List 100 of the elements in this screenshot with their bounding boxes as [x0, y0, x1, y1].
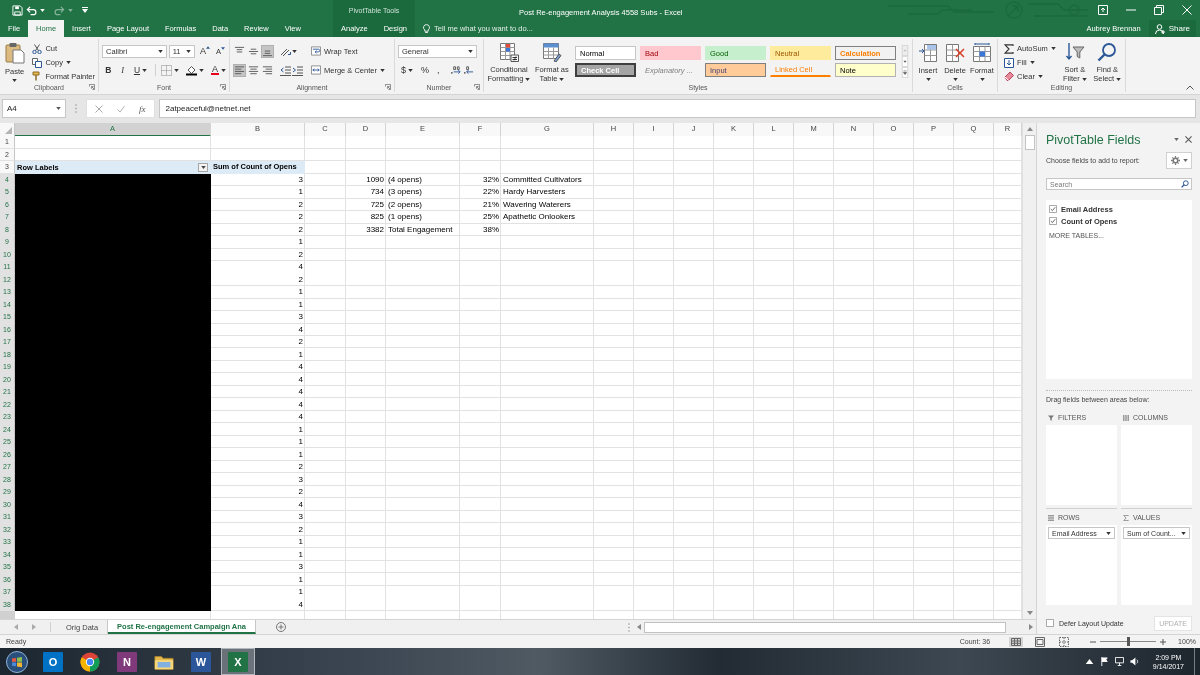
taskbar-button[interactable]: W — [184, 648, 218, 675]
caret-icon — [1037, 74, 1043, 78]
page-layout-view-icon[interactable] — [1033, 636, 1048, 647]
caret-icon[interactable] — [292, 49, 297, 53]
dialog-launcher-icon[interactable] — [474, 84, 480, 90]
caret-icon[interactable] — [173, 68, 179, 72]
dialog-launcher-icon[interactable] — [89, 84, 95, 90]
open-count-value: 2 — [298, 462, 303, 471]
name-box[interactable]: A4 — [2, 99, 66, 118]
caret-icon — [1050, 47, 1056, 51]
add-sheet-icon[interactable] — [276, 622, 287, 632]
decrease-indent-icon[interactable] — [280, 64, 291, 76]
open-count-value: 4 — [298, 387, 303, 396]
sum-icon — [1123, 514, 1129, 521]
open-count-value: 1 — [298, 549, 303, 559]
font-style-button[interactable]: U — [130, 65, 150, 75]
taskbar-button[interactable]: X — [221, 648, 255, 675]
corner-triangle-icon — [5, 127, 12, 134]
filter-icon — [1048, 414, 1054, 421]
align-right-icon[interactable] — [261, 63, 274, 77]
wrap-text-icon — [311, 46, 321, 56]
open-count-value: 4 — [298, 399, 303, 409]
pane-options-caret-icon[interactable] — [1174, 138, 1179, 141]
flag-icon[interactable] — [1099, 657, 1109, 666]
caret-down-icon — [221, 46, 225, 50]
undo-icon[interactable] — [26, 4, 37, 16]
dialog-launcher-icon[interactable] — [220, 84, 226, 90]
vertical-scrollbar[interactable] — [1022, 123, 1036, 619]
page-break-view-icon[interactable] — [1057, 636, 1072, 647]
open-count-value: 2 — [298, 224, 303, 234]
grow-font-button[interactable]: A — [198, 46, 211, 56]
collapse-ribbon-icon[interactable] — [1186, 85, 1194, 90]
formula-input[interactable]: 2atpeaceful@netnet.net — [158, 99, 1196, 118]
left-arrow-icon[interactable] — [637, 624, 641, 630]
search-icon[interactable] — [1181, 180, 1189, 188]
decrease-decimal-icon[interactable] — [462, 64, 474, 76]
resize-handle-icon[interactable] — [75, 104, 77, 113]
caret-icon[interactable] — [221, 68, 226, 72]
gallery-more-icon[interactable] — [901, 67, 909, 78]
down-arrow-icon[interactable] — [1026, 611, 1033, 615]
caret-icon — [408, 68, 413, 72]
caret-icon[interactable] — [198, 68, 204, 72]
increase-decimal-icon[interactable] — [449, 64, 461, 76]
filter-dropdown-button[interactable] — [198, 162, 208, 172]
checkmark-icon[interactable] — [117, 104, 125, 113]
ribbon-display-options-icon[interactable] — [1098, 5, 1108, 15]
segment-name: Hardy Harvesters — [503, 187, 566, 196]
restore-icon[interactable] — [1154, 5, 1164, 15]
taskbar-button[interactable]: N — [110, 648, 144, 675]
number-style-button[interactable]: $ — [398, 65, 416, 75]
horizontal-scrollbar[interactable] — [634, 620, 1036, 634]
scrollbar-thumb[interactable] — [1024, 135, 1035, 150]
increase-indent-icon[interactable] — [292, 64, 303, 76]
paint-bucket-icon[interactable] — [185, 64, 197, 76]
number-style-button[interactable]: % — [418, 65, 433, 75]
segment-name: Committed Cultivators — [503, 174, 582, 184]
open-count-value: 2 — [298, 274, 303, 284]
up-arrow-icon[interactable] — [1026, 127, 1033, 131]
caret-icon[interactable] — [40, 8, 45, 12]
right-arrow-icon[interactable] — [1029, 624, 1033, 630]
customize-toolbar-icon[interactable] — [82, 7, 88, 13]
caret-icon — [468, 49, 473, 53]
open-count-value: 4 — [298, 499, 303, 509]
speaker-icon[interactable] — [1129, 657, 1139, 666]
open-count-value: 1 — [298, 449, 303, 459]
category-label: (1 opens) — [388, 212, 422, 221]
save-icon[interactable] — [12, 4, 23, 16]
spreadsheet-app-logo: X — [228, 651, 248, 672]
font-style-button[interactable]: B — [102, 65, 115, 75]
dialog-launcher-icon[interactable] — [385, 84, 391, 90]
search-icon — [1097, 42, 1118, 62]
number-style-button[interactable]: , — [434, 65, 443, 75]
checkbox[interactable] — [1049, 217, 1057, 225]
zoom-slider-thumb[interactable] — [1127, 637, 1131, 646]
normal-view-icon[interactable] — [1009, 636, 1024, 647]
scissors-icon — [32, 43, 43, 54]
open-count-value: 4 — [298, 412, 303, 421]
open-count-value: 1 — [298, 349, 303, 359]
taskbar-button[interactable]: O — [36, 648, 70, 675]
close-icon[interactable] — [1185, 136, 1192, 143]
align-left-icon[interactable] — [233, 63, 246, 77]
caret-icon — [1182, 159, 1188, 162]
monitor-icon[interactable] — [1114, 657, 1124, 666]
align-bottom-icon[interactable] — [261, 44, 274, 58]
tools-button[interactable] — [1166, 152, 1192, 169]
caret-up-icon[interactable] — [1084, 659, 1094, 664]
font-color-button[interactable]: A — [210, 65, 219, 75]
insert-function-button[interactable]: fx — [139, 103, 146, 114]
checkbox[interactable] — [1049, 205, 1057, 213]
share-button[interactable]: Share — [1148, 20, 1196, 37]
align-center-icon[interactable] — [247, 63, 260, 77]
zoom-in-icon[interactable] — [1160, 638, 1167, 645]
gear-icon — [1170, 156, 1180, 165]
caret-icon — [525, 77, 531, 81]
font-style-button[interactable]: I — [116, 65, 129, 75]
scrollbar-thumb[interactable] — [644, 621, 1006, 633]
caret-icon — [1029, 61, 1035, 64]
start-orb-icon[interactable] — [6, 650, 28, 673]
checkbox[interactable] — [1046, 619, 1054, 627]
caret-icon[interactable] — [56, 107, 61, 110]
